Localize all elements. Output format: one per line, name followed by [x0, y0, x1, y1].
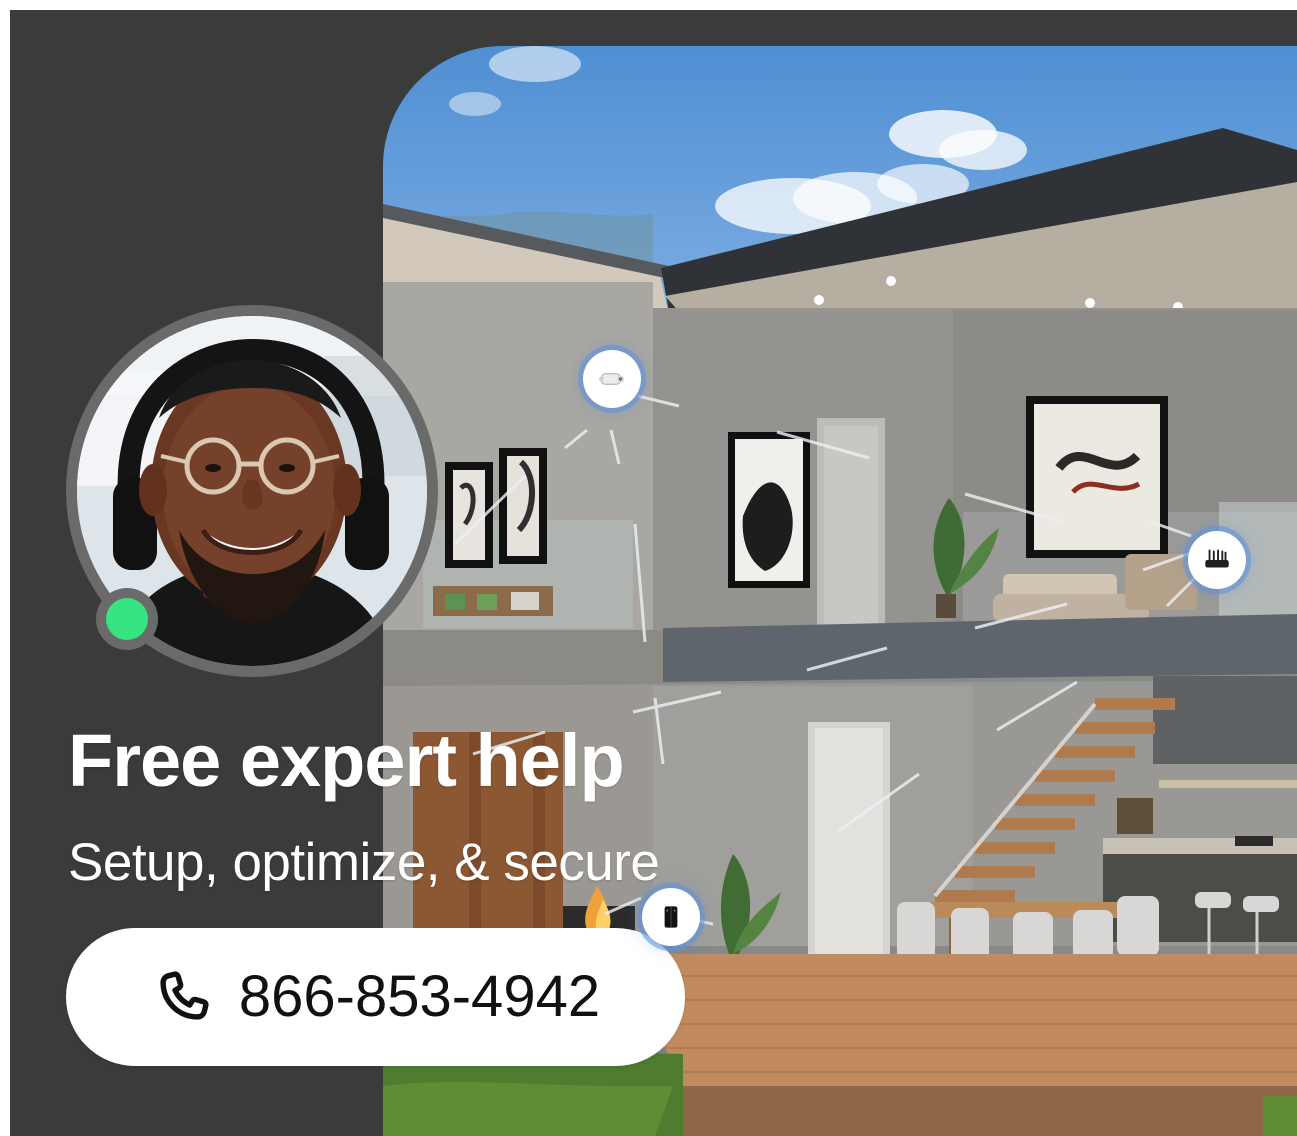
promo-banner: Free expert help Setup, optimize, & secu… [10, 10, 1297, 1136]
online-status-indicator [96, 588, 158, 650]
call-phone-button[interactable]: 866-853-4942 [66, 928, 685, 1066]
security-camera-icon [599, 373, 625, 385]
router-hotspot [1188, 531, 1246, 589]
headline: Free expert help [68, 719, 625, 802]
subheadline: Setup, optimize, & secure [68, 833, 660, 892]
online-status-icon [106, 598, 148, 640]
security-camera-hotspot [583, 350, 641, 408]
phone-icon [160, 971, 209, 1020]
phone-number: 866-853-4942 [238, 964, 601, 1029]
mesh-wifi-hotspot [642, 888, 700, 946]
mesh-wifi-icon [664, 906, 678, 928]
router-icon [1205, 549, 1229, 568]
